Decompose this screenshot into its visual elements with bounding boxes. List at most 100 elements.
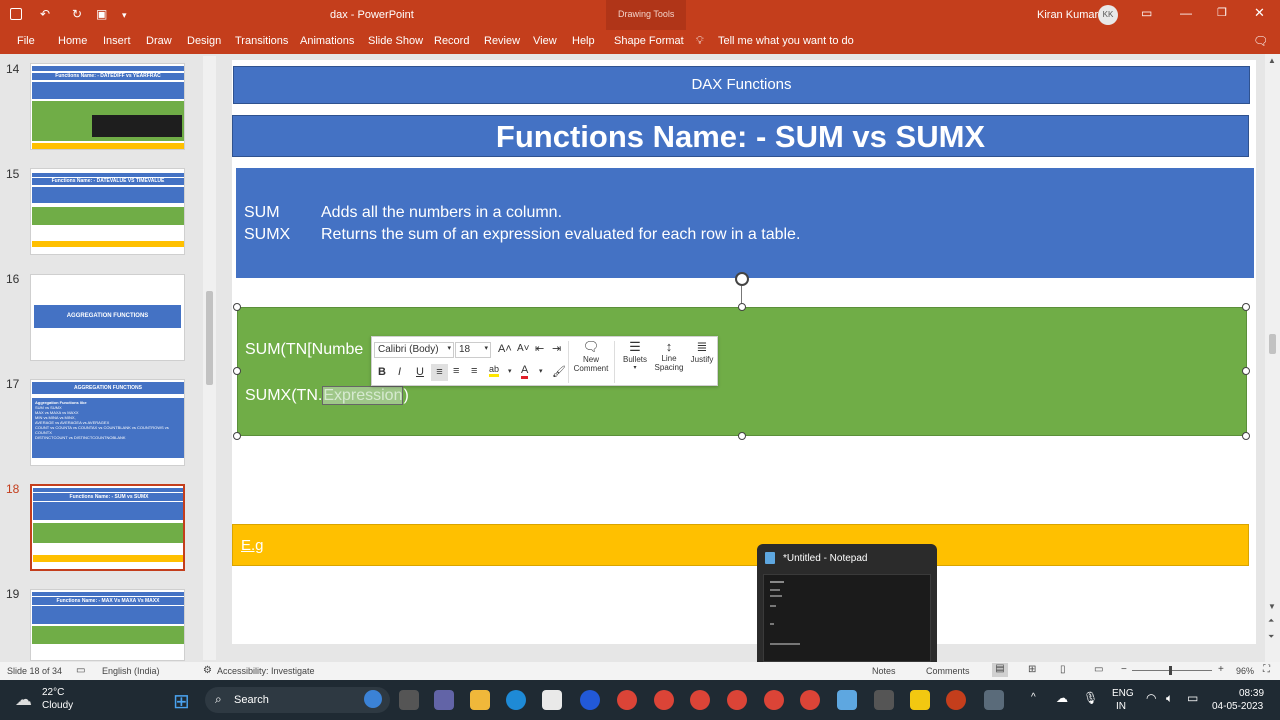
next-slide-icon[interactable]: ⏷	[1268, 632, 1274, 642]
scrollbar-thumb[interactable]	[206, 291, 213, 385]
powerpoint-icon[interactable]	[946, 690, 966, 710]
onedrive-icon[interactable]: ☁︎	[1056, 691, 1068, 705]
slide-thumbnail-15[interactable]: Functions Name: - DATEVALUE VS TIMEVALUE	[30, 168, 185, 255]
tab-home[interactable]: Home	[58, 35, 87, 47]
windows-start-icon[interactable]: ⊞	[173, 689, 190, 714]
wifi-icon[interactable]: ◠	[1146, 691, 1156, 705]
align-center-icon[interactable]: ≡	[453, 365, 459, 377]
format-painter-icon[interactable]: 🖌︎	[552, 365, 566, 378]
language-status[interactable]: English (India)	[102, 666, 160, 676]
decrease-indent-icon[interactable]: ⇤	[535, 342, 544, 355]
calculator-icon[interactable]	[984, 690, 1004, 710]
tell-me-search[interactable]: Tell me what you want to do	[718, 35, 854, 47]
slide-scrollbar[interactable]: ▲ ▼ ⏶ ⏷	[1265, 54, 1280, 662]
highlight-color-icon[interactable]: ab	[489, 364, 500, 377]
bullets-button[interactable]: ☰ Bullets ▾	[618, 339, 652, 385]
decrease-font-icon[interactable]: A˅	[517, 343, 530, 354]
clock-date[interactable]: 04-05-2023	[1212, 701, 1263, 712]
zoom-slider[interactable]	[1132, 670, 1212, 671]
comments-button[interactable]: Comments	[926, 666, 970, 676]
syntax-selected-text[interactable]: Expression	[322, 386, 404, 405]
reading-view-icon[interactable]: ▯	[1060, 664, 1066, 675]
spelling-icon[interactable]: ▭	[76, 665, 85, 676]
task-view-icon[interactable]	[399, 690, 419, 710]
slide-thumbnail-19[interactable]: Functions Name: - MAX Vs MAXA Vs MAXX	[30, 589, 185, 661]
tab-review[interactable]: Review	[484, 35, 520, 47]
resize-handle-tr[interactable]	[1242, 303, 1250, 311]
input-language[interactable]: ENG	[1112, 688, 1134, 699]
chrome-profile-icon[interactable]	[727, 690, 747, 710]
rotate-handle-icon[interactable]	[735, 272, 749, 286]
resize-handle-tl[interactable]	[233, 303, 241, 311]
clock-time[interactable]: 08:39	[1239, 688, 1264, 699]
normal-view-icon[interactable]: ▤	[992, 663, 1008, 677]
fit-slide-icon[interactable]: ⛶	[1263, 664, 1270, 675]
microphone-icon[interactable]: 🎙︎	[1083, 691, 1098, 705]
weather-condition[interactable]: Cloudy	[42, 700, 73, 711]
zoom-level[interactable]: 96%	[1236, 666, 1254, 676]
syntax-sum[interactable]: SUM(TN[Numbe	[245, 341, 363, 359]
ribbon-display-icon[interactable]: ▭	[1141, 6, 1152, 20]
chrome-profile-icon[interactable]	[764, 690, 784, 710]
file-explorer-icon[interactable]	[470, 690, 490, 710]
chevron-up-icon[interactable]: ^	[1031, 692, 1036, 703]
notes-button[interactable]: Notes	[872, 666, 896, 676]
bold-icon[interactable]: B	[378, 366, 386, 378]
tab-view[interactable]: View	[533, 35, 557, 47]
weather-temp[interactable]: 22°C	[42, 687, 64, 698]
redo-icon[interactable]: ↻	[72, 7, 82, 21]
save-icon[interactable]	[10, 8, 22, 20]
resize-handle-t[interactable]	[738, 303, 746, 311]
accessibility-icon[interactable]: ⚙︎	[203, 665, 212, 676]
comments-icon[interactable]: 🗨︎	[1253, 34, 1268, 48]
present-icon[interactable]: ▣	[96, 7, 107, 21]
undo-icon[interactable]: ↶	[40, 7, 50, 21]
slideshow-icon[interactable]: ▭	[1094, 664, 1103, 675]
resize-handle-br[interactable]	[1242, 432, 1250, 440]
battery-icon[interactable]: ▭	[1187, 691, 1198, 705]
search-box[interactable]: ⌕ Search	[205, 687, 390, 713]
new-comment-button[interactable]: 🗨︎ New Comment	[572, 339, 610, 385]
slide-thumbnail-16[interactable]: AGGREGATION FUNCTIONS	[30, 274, 185, 361]
minimize-icon[interactable]: —	[1180, 6, 1192, 20]
tab-animations[interactable]: Animations	[300, 35, 354, 47]
snipping-tool-icon[interactable]	[874, 690, 894, 710]
chevron-down-icon[interactable]: ▾	[508, 367, 512, 375]
example-box[interactable]: E.g	[232, 524, 1249, 566]
resize-handle-l[interactable]	[233, 367, 241, 375]
tab-design[interactable]: Design	[187, 35, 221, 47]
justify-button[interactable]: ≣ Justify	[686, 339, 718, 385]
chevron-down-icon[interactable]: ▾	[539, 367, 543, 375]
tab-slide-show[interactable]: Slide Show	[368, 35, 423, 47]
chrome-icon[interactable]	[617, 690, 637, 710]
chrome-profile-icon[interactable]	[654, 690, 674, 710]
slide-sorter-icon[interactable]: ⊞	[1028, 664, 1036, 675]
zoom-out-icon[interactable]: −	[1121, 664, 1127, 675]
store-icon[interactable]	[542, 690, 562, 710]
font-color-icon[interactable]: A	[521, 364, 529, 379]
volume-icon[interactable]: 🔈︎	[1166, 691, 1173, 706]
slide-thumbnail-18-selected[interactable]: Functions Name: - SUM vs SUMX	[30, 484, 185, 571]
edge-icon[interactable]	[506, 690, 526, 710]
increase-font-icon[interactable]: A˄	[498, 343, 512, 355]
user-name[interactable]: Kiran Kumar	[1037, 9, 1098, 21]
input-region[interactable]: IN	[1116, 701, 1126, 712]
font-name-select[interactable]: Calibri (Body) ▾	[374, 342, 454, 358]
tab-insert[interactable]: Insert	[103, 35, 131, 47]
accessibility-status[interactable]: Accessibility: Investigate	[217, 666, 315, 676]
close-icon[interactable]: ✕	[1254, 5, 1265, 21]
notepad-taskbar-icon[interactable]	[837, 690, 857, 710]
scrollbar-thumb[interactable]	[1269, 334, 1276, 354]
zoom-slider-thumb[interactable]	[1169, 666, 1172, 675]
italic-icon[interactable]: I	[398, 366, 401, 378]
align-right-icon[interactable]: ≡	[471, 365, 477, 377]
notepad-preview[interactable]: *Untitled - Notepad	[757, 544, 937, 668]
avatar[interactable]: KK	[1098, 5, 1118, 25]
tab-help[interactable]: Help	[572, 35, 595, 47]
align-left-icon[interactable]: ≡	[431, 364, 448, 381]
syntax-sumx[interactable]: SUMX(TN.Expression)	[245, 386, 409, 405]
slide-thumbnail-14[interactable]: Functions Name: - DATEDIFF vs YEARFRAC	[30, 63, 185, 150]
thumbnail-scrollbar[interactable]	[203, 56, 216, 660]
tab-record[interactable]: Record	[434, 35, 469, 47]
tab-draw[interactable]: Draw	[146, 35, 172, 47]
